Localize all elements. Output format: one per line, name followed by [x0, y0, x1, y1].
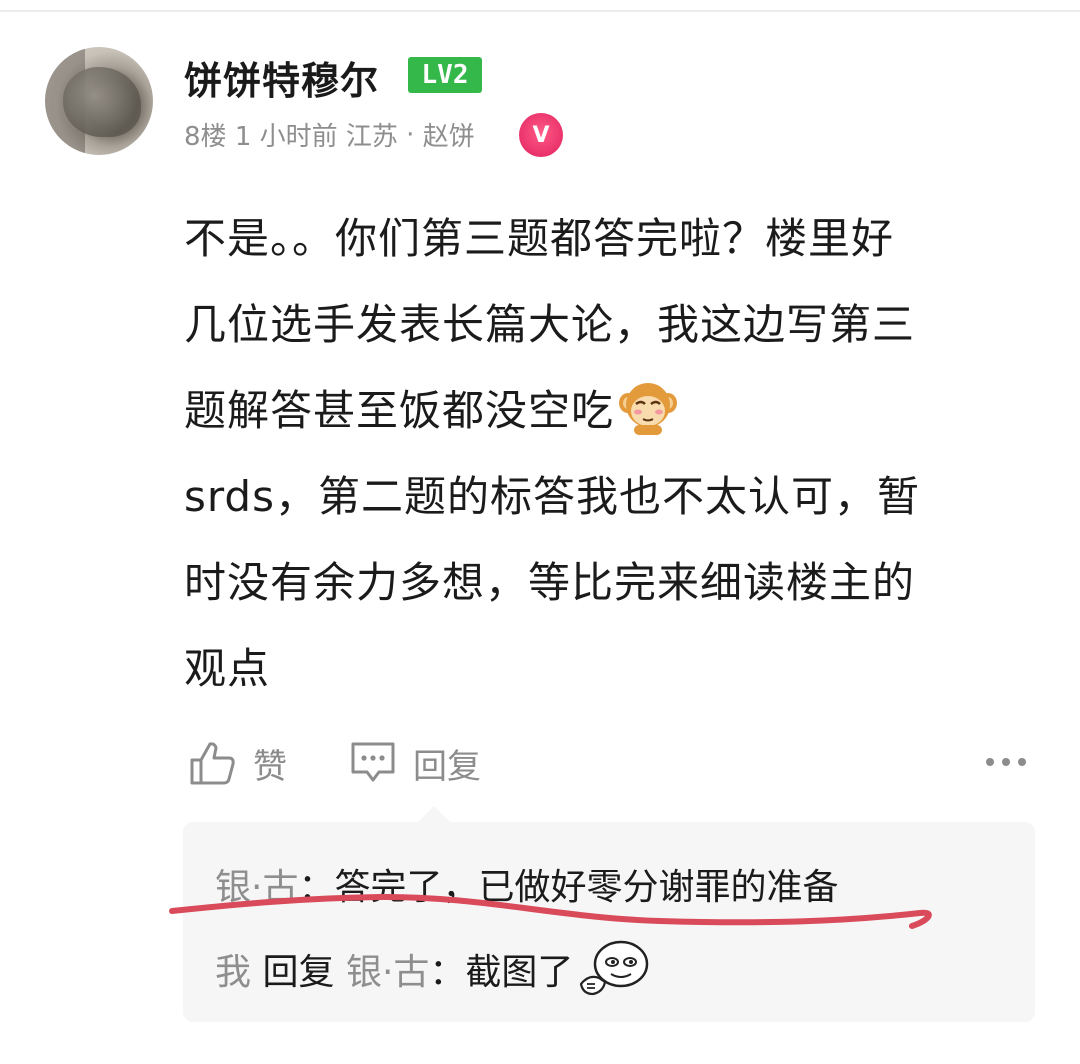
reply-label: 回复 [413, 746, 481, 787]
pointing-face-emoji-icon [577, 940, 655, 998]
sub-reply[interactable]: 我 回复 银·古：截图了 [215, 940, 655, 998]
reply-colon: ： [298, 867, 335, 908]
sub-reply[interactable]: 银·古：答完了，已做好零分谢罪的准备 [215, 858, 838, 910]
username[interactable]: 饼饼特穆尔 [184, 50, 379, 105]
reply-target[interactable]: 银·古 [346, 952, 429, 993]
body-line: 题解答甚至饭都没空吃 [184, 386, 615, 435]
reply-word: 回复 [262, 952, 335, 993]
comment-meta: 8楼 1 小时前 江苏 · 赵饼 [184, 116, 475, 153]
like-button[interactable]: 赞 [189, 728, 287, 798]
monkey-emoji-icon [616, 377, 680, 437]
user-avatar[interactable] [45, 47, 153, 155]
avatar-cat-image [63, 67, 141, 137]
reply-author[interactable]: 银·古 [215, 867, 298, 908]
thumbs-up-icon [190, 742, 235, 785]
body-line: srds，第二题的标答我也不太认可，暂 [184, 472, 920, 521]
body-line: 观点 [184, 644, 271, 693]
user-tag[interactable]: 赵饼 [423, 116, 475, 153]
comment-bubble-icon [351, 742, 395, 782]
more-options-icon[interactable] [986, 750, 1026, 774]
replies-box-pointer [418, 806, 450, 822]
meta-separator: · [406, 119, 415, 150]
reply-button[interactable]: 回复 [349, 728, 481, 798]
reply-author[interactable]: 我 [215, 952, 251, 993]
body-line: 几位选手发表长篇大论，我这边写第三 [184, 300, 916, 349]
comment-actions: 赞 回复 [0, 728, 1080, 798]
body-line-with-emoji: 题解答甚至饭都没空吃 [184, 368, 1044, 454]
reply-colon: ： [429, 952, 466, 993]
top-divider [0, 10, 1080, 12]
body-line: 时没有余力多想，等比完来细读楼主的 [184, 558, 916, 607]
reply-text: 答完了，已做好零分谢罪的准备 [334, 867, 839, 908]
body-line: 不是。。你们第三题都答完啦？楼里好 [184, 214, 895, 263]
post-time: 1 小时前 [234, 122, 338, 152]
comment-body: 不是。。你们第三题都答完啦？楼里好 几位选手发表长篇大论，我这边写第三 题解答甚… [184, 196, 1044, 712]
location: 江苏 [345, 122, 398, 152]
like-label: 赞 [253, 746, 287, 787]
reply-text: 截图了 [465, 952, 574, 993]
vip-badge-icon[interactable]: V [519, 113, 563, 157]
level-badge: LV2 [408, 57, 482, 93]
floor-number: 8楼 [184, 122, 227, 152]
